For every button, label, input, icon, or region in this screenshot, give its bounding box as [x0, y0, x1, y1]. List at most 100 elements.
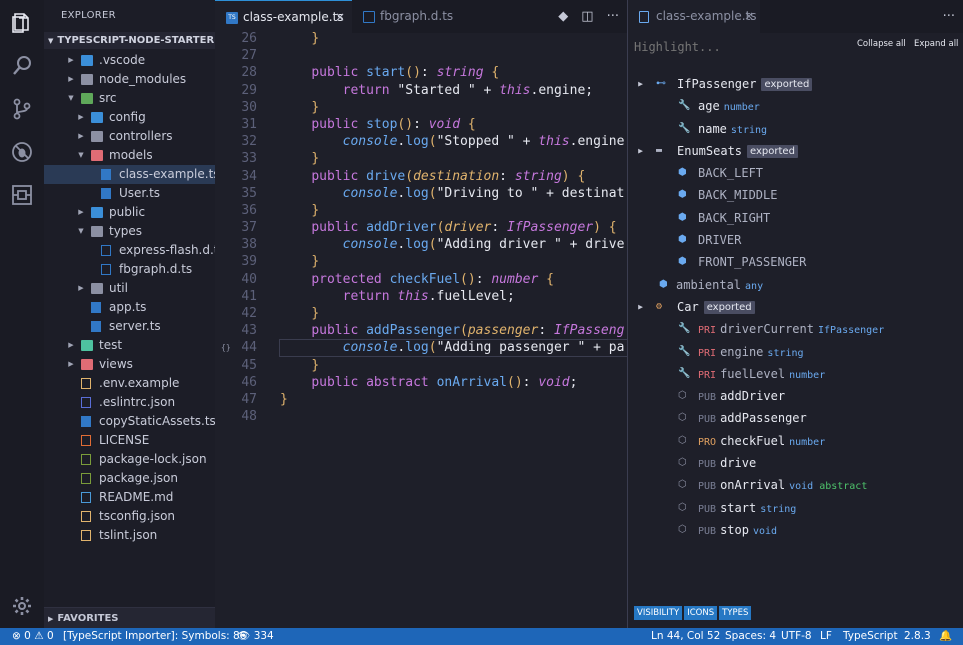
tree-item[interactable]: ▶ node_modules — [44, 70, 215, 89]
code-line[interactable]: 37 public addDriver(driver: IfPassenger)… — [215, 219, 627, 236]
symbol-item[interactable]: 🔧 age number — [628, 95, 963, 117]
symbol-item[interactable]: ⬢ BACK_RIGHT — [628, 207, 963, 229]
more-actions-icon[interactable]: ··· — [607, 0, 619, 33]
tree-item[interactable]: ▼ types — [44, 222, 215, 241]
symbol-item[interactable]: ⬡ PUB drive — [628, 452, 963, 474]
symbol-item[interactable]: ⬡ PUB onArrival void abstract — [628, 474, 963, 496]
tree-item[interactable]: tsconfig.json — [44, 507, 215, 526]
code-line[interactable]: 38 console.log("Adding driver " + drive — [215, 236, 627, 253]
indentation[interactable]: Spaces: 4 — [725, 628, 776, 645]
encoding[interactable]: UTF-8 — [781, 628, 812, 645]
code-line[interactable]: 36 } — [215, 202, 627, 219]
code-line[interactable]: 48 — [215, 408, 627, 425]
project-header[interactable]: ▼ TYPESCRIPT-NODE-STARTER — [44, 32, 215, 49]
tree-item[interactable]: class-example.ts — [44, 165, 215, 184]
code-line[interactable]: 29 return "Started " + this.engine; — [215, 82, 627, 99]
code-line[interactable]: {} 44 console.log("Adding passenger " + p… — [215, 339, 627, 358]
code-line[interactable]: 42 } — [215, 305, 627, 322]
chevron-down-icon[interactable]: ▲ — [629, 82, 651, 87]
tree-item[interactable]: LICENSE — [44, 431, 215, 450]
tree-item[interactable]: copyStaticAssets.ts — [44, 412, 215, 431]
symbol-item[interactable]: 🔧 PRI driverCurrent IfPassenger — [628, 318, 963, 340]
tree-item[interactable]: app.ts — [44, 298, 215, 317]
code-line[interactable]: 45 } — [215, 357, 627, 374]
code-line[interactable]: 27 — [215, 47, 627, 64]
code-line[interactable]: 30 } — [215, 99, 627, 116]
favorites-header[interactable]: ▶ FAVORITES — [44, 607, 215, 628]
icons-button[interactable]: ICONS — [684, 606, 718, 620]
expand-all-button[interactable]: Expand all — [914, 39, 958, 49]
gear-icon[interactable] — [10, 594, 34, 618]
tab-fbgraph[interactable]: fbgraph.d.ts — [352, 0, 462, 33]
tab-class-example[interactable]: TS class-example.ts × — [215, 0, 352, 33]
tree-item[interactable]: ▶ .vscode — [44, 51, 215, 70]
tree-item[interactable]: server.ts — [44, 317, 215, 336]
code-line[interactable]: 34 public drive(destination: string) { — [215, 168, 627, 185]
debug-icon[interactable] — [10, 140, 34, 164]
tree-item[interactable]: ▶ views — [44, 355, 215, 374]
tree-item[interactable]: tslint.json — [44, 526, 215, 545]
close-icon[interactable]: × — [744, 0, 754, 33]
outline-tab[interactable]: class-example.ts × — [628, 0, 760, 33]
symbol-item[interactable]: ⬢ ambiental any — [628, 274, 963, 296]
code-line[interactable]: 43 public addPassenger(passenger: IfPass… — [215, 322, 627, 339]
tree-item[interactable]: fbgraph.d.ts — [44, 260, 215, 279]
tree-item[interactable]: README.md — [44, 488, 215, 507]
visibility-button[interactable]: VISIBILITY — [634, 606, 683, 620]
code-line[interactable]: 47} — [215, 391, 627, 408]
typescript-version[interactable]: 2.8.3 — [904, 628, 931, 645]
tree-item[interactable]: package.json — [44, 469, 215, 488]
symbol-item[interactable]: ⬢ DRIVER — [628, 229, 963, 251]
typescript-importer-status[interactable]: [TypeScript Importer]: Symbols: 86 — [63, 628, 246, 645]
tree-item[interactable]: ▶ controllers — [44, 127, 215, 146]
extensions-icon[interactable] — [10, 183, 34, 207]
tree-item[interactable]: .env.example — [44, 374, 215, 393]
types-button[interactable]: TYPES — [719, 606, 752, 620]
tree-item[interactable]: ▶ public — [44, 203, 215, 222]
code-line[interactable]: 33 } — [215, 150, 627, 167]
symbol-item[interactable]: ⬡ PUB start string — [628, 497, 963, 519]
code-area[interactable]: 26 } 27 28 public start(): string {29 retu… — [215, 30, 627, 425]
source-control-icon[interactable] — [10, 97, 34, 121]
symbol-item[interactable]: ⬡ PUB stop void — [628, 519, 963, 541]
chevron-down-icon[interactable]: ▲ — [629, 305, 651, 310]
bell-icon[interactable]: 🔔 — [939, 628, 952, 645]
symbol-item[interactable]: 🔧 name string — [628, 118, 963, 140]
more-actions-icon[interactable]: ··· — [943, 0, 955, 33]
code-line[interactable]: 40 protected checkFuel(): number { — [215, 271, 627, 288]
git-compare-icon[interactable]: ◆ — [558, 0, 568, 33]
code-line[interactable]: 46 public abstract onArrival(): void; — [215, 374, 627, 391]
tree-item[interactable]: ▼ src — [44, 89, 215, 108]
code-line[interactable]: 41 return this.fuelLevel; — [215, 288, 627, 305]
files-icon[interactable] — [10, 11, 34, 35]
code-line[interactable]: 39 } — [215, 253, 627, 270]
problems-indicator[interactable]: ⊗ 0 ⚠ 0 — [12, 628, 54, 645]
collapse-all-button[interactable]: Collapse all — [857, 39, 906, 49]
views-indicator[interactable]: 👁 334 — [237, 628, 274, 645]
tree-item[interactable]: ▶ test — [44, 336, 215, 355]
cursor-position[interactable]: Ln 44, Col 52 — [651, 628, 720, 645]
tree-item[interactable]: .eslintrc.json — [44, 393, 215, 412]
language-mode[interactable]: TypeScript — [843, 628, 898, 645]
code-line[interactable]: 28 public start(): string { — [215, 64, 627, 81]
code-line[interactable]: 32 console.log("Stopped " + this.engine — [215, 133, 627, 150]
tree-item[interactable]: ▶ util — [44, 279, 215, 298]
highlight-input[interactable] — [634, 37, 834, 57]
tree-item[interactable]: package-lock.json — [44, 450, 215, 469]
symbol-item[interactable]: ⬢ BACK_LEFT — [628, 162, 963, 184]
symbol-item[interactable]: ▲ ⊷ IfPassenger exported — [628, 73, 963, 95]
search-icon[interactable] — [10, 54, 34, 78]
tree-item[interactable]: ▶ config — [44, 108, 215, 127]
symbol-item[interactable]: 🔧 PRI fuelLevel number — [628, 363, 963, 385]
symbol-item[interactable]: ▲ ▬ EnumSeats exported — [628, 140, 963, 162]
symbol-item[interactable]: ⬡ PRO checkFuel number — [628, 430, 963, 452]
tree-item[interactable]: express-flash.d.ts — [44, 241, 215, 260]
code-line[interactable]: 31 public stop(): void { — [215, 116, 627, 133]
symbol-item[interactable]: ⬡ PUB addPassenger — [628, 407, 963, 429]
code-line[interactable]: 35 console.log("Driving to " + destinat — [215, 185, 627, 202]
symbol-item[interactable]: ⬢ BACK_MIDDLE — [628, 184, 963, 206]
tree-item[interactable]: ▼ models — [44, 146, 215, 165]
chevron-down-icon[interactable]: ▲ — [629, 149, 651, 154]
symbol-item[interactable]: ▲ ⚙ Car exported — [628, 296, 963, 318]
split-editor-icon[interactable]: ◫ — [581, 0, 593, 33]
